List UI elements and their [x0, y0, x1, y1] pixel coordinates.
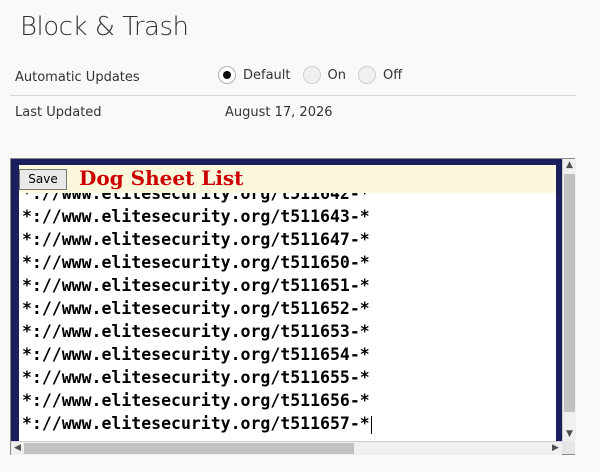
list-line: *://www.elitesecurity.org/t511654-* [22, 345, 370, 364]
list-line: *://www.elitesecurity.org/t511651-* [22, 276, 370, 295]
vertical-scrollbar[interactable]: ▲ ▼ [562, 159, 576, 441]
list-line: *://www.elitesecurity.org/t511650-* [22, 253, 370, 272]
editor-toolbar: Save Dog Sheet List [19, 165, 556, 193]
radio-off[interactable]: Off [357, 66, 402, 84]
list-line: *://www.elitesecurity.org/t511652-* [22, 299, 370, 318]
radio-off-label[interactable]: Off [383, 68, 402, 83]
list-editor: Save Dog Sheet List *://www.elitesecurit… [10, 158, 576, 455]
list-line: *://www.elitesecurity.org/t511655-* [22, 368, 370, 387]
update-mode-radio-group: Default On Off [218, 66, 414, 84]
page-title: Block & Trash [20, 12, 189, 42]
last-updated-value: August 17, 2026 [225, 105, 333, 120]
last-updated-label: Last Updated [15, 105, 102, 120]
radio-on-label[interactable]: On [328, 68, 346, 83]
scroll-right-icon[interactable]: ▶ [549, 442, 562, 455]
list-line: *://www.elitesecurity.org/t511657-* [22, 414, 372, 434]
scroll-up-icon[interactable]: ▲ [563, 159, 576, 172]
list-title: Dog Sheet List [79, 166, 244, 190]
list-line: *://www.elitesecurity.org/t511656-* [22, 391, 370, 410]
radio-off-circle[interactable] [357, 66, 376, 84]
radio-default-label[interactable]: Default [243, 68, 291, 83]
scrollbar-corner [562, 441, 575, 454]
save-button[interactable]: Save [19, 169, 67, 190]
radio-default-circle[interactable] [218, 66, 236, 84]
scroll-left-icon[interactable]: ◀ [11, 442, 24, 455]
scroll-down-icon[interactable]: ▼ [563, 428, 576, 441]
list-textarea[interactable]: *://www.elitesecurity.org/t511642-* *://w… [19, 193, 556, 442]
editor-frame-border-left [11, 159, 19, 442]
list-line: *://www.elitesecurity.org/t511643-* [22, 207, 370, 226]
automatic-updates-label: Automatic Updates [15, 70, 140, 85]
radio-on-circle[interactable] [302, 66, 321, 84]
horizontal-scrollbar[interactable]: ◀ ▶ [11, 441, 562, 455]
radio-default[interactable]: Default [218, 66, 291, 84]
horizontal-scroll-thumb[interactable] [24, 443, 354, 454]
list-line: *://www.elitesecurity.org/t511653-* [22, 322, 370, 341]
radio-on[interactable]: On [302, 66, 346, 84]
vertical-scroll-thumb[interactable] [564, 174, 575, 412]
divider [10, 95, 576, 96]
list-line: *://www.elitesecurity.org/t511642-* [22, 193, 370, 203]
list-line: *://www.elitesecurity.org/t511647-* [22, 230, 370, 249]
text-caret [370, 415, 372, 434]
